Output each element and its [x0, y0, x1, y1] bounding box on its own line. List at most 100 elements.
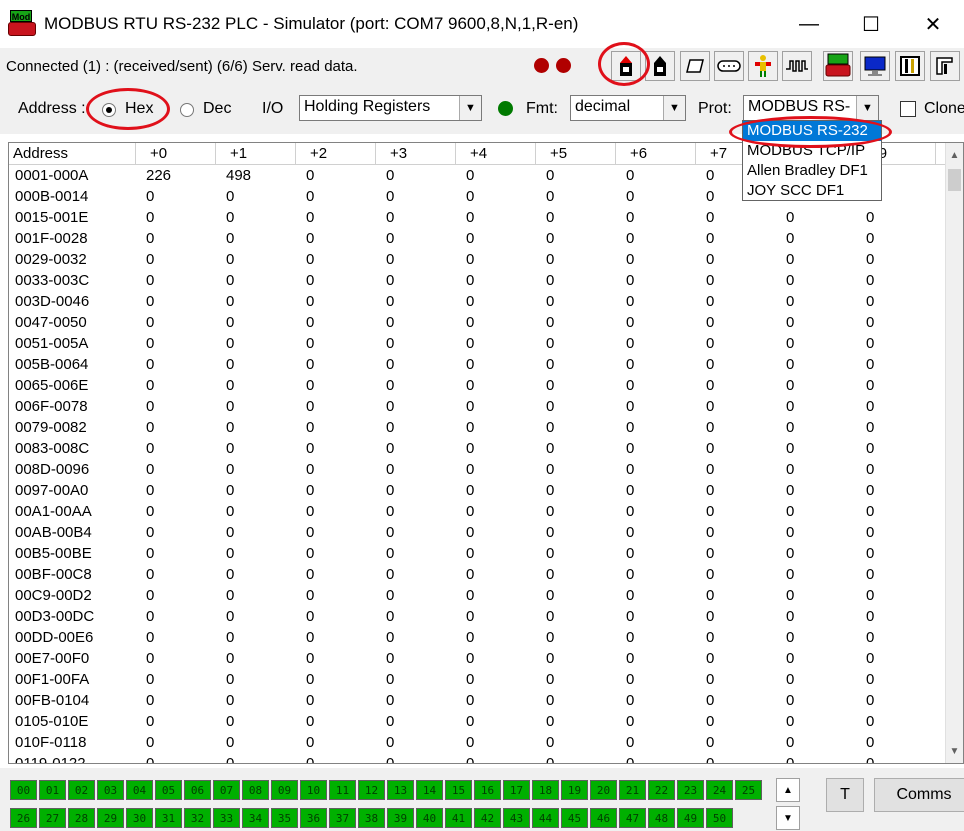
register-value-cell[interactable]: 0 [536, 501, 616, 522]
register-value-cell[interactable]: 0 [456, 522, 536, 543]
register-value-cell[interactable]: 0 [856, 732, 936, 753]
register-value-cell[interactable]: 0 [216, 564, 296, 585]
register-value-cell[interactable]: 0 [536, 480, 616, 501]
register-value-cell[interactable]: 0 [136, 606, 216, 627]
register-value-cell[interactable]: 0 [856, 291, 936, 312]
register-value-cell[interactable]: 0 [536, 564, 616, 585]
register-value-cell[interactable]: 0 [376, 354, 456, 375]
register-value-cell[interactable]: 0 [296, 669, 376, 690]
register-value-cell[interactable]: 0 [216, 228, 296, 249]
register-value-cell[interactable]: 0 [856, 522, 936, 543]
register-value-cell[interactable]: 0 [776, 270, 856, 291]
register-value-cell[interactable]: 0 [616, 291, 696, 312]
register-value-cell[interactable]: 0 [616, 585, 696, 606]
register-value-cell[interactable]: 0 [136, 753, 216, 763]
register-value-cell[interactable]: 0 [696, 753, 776, 763]
waveform-button[interactable] [782, 51, 812, 81]
register-value-cell[interactable]: 0 [776, 690, 856, 711]
register-value-cell[interactable]: 0 [696, 270, 776, 291]
register-value-cell[interactable]: 0 [696, 606, 776, 627]
register-value-cell[interactable]: 0 [456, 186, 536, 207]
display-button[interactable] [860, 51, 890, 81]
register-value-cell[interactable]: 0 [776, 438, 856, 459]
register-value-cell[interactable]: 0 [776, 753, 856, 763]
register-value-cell[interactable]: 0 [536, 228, 616, 249]
clear-button[interactable] [680, 51, 710, 81]
register-value-cell[interactable]: 0 [616, 228, 696, 249]
register-value-cell[interactable]: 0 [776, 459, 856, 480]
coil-cell[interactable]: 35 [271, 808, 298, 828]
register-value-cell[interactable]: 0 [536, 711, 616, 732]
register-value-cell[interactable]: 0 [136, 690, 216, 711]
serial-port-button[interactable] [714, 51, 744, 81]
register-value-cell[interactable]: 0 [456, 543, 536, 564]
register-value-cell[interactable]: 0 [136, 207, 216, 228]
register-value-cell[interactable]: 0 [616, 627, 696, 648]
register-value-cell[interactable]: 0 [216, 627, 296, 648]
register-value-cell[interactable]: 0 [776, 627, 856, 648]
register-value-cell[interactable]: 0 [696, 417, 776, 438]
register-value-cell[interactable]: 0 [136, 501, 216, 522]
register-value-cell[interactable]: 0 [216, 396, 296, 417]
register-value-cell[interactable]: 0 [376, 711, 456, 732]
register-value-cell[interactable]: 0 [376, 396, 456, 417]
register-value-cell[interactable]: 0 [296, 228, 376, 249]
register-value-cell[interactable]: 0 [856, 606, 936, 627]
register-value-cell[interactable]: 0 [696, 501, 776, 522]
register-value-cell[interactable]: 0 [776, 249, 856, 270]
register-value-cell[interactable]: 0 [856, 207, 936, 228]
coil-cell[interactable]: 09 [271, 780, 298, 800]
register-value-cell[interactable]: 0 [376, 627, 456, 648]
register-value-cell[interactable]: 0 [376, 249, 456, 270]
coil-cell[interactable]: 24 [706, 780, 733, 800]
register-value-cell[interactable]: 0 [216, 669, 296, 690]
register-value-cell[interactable]: 0 [856, 396, 936, 417]
register-value-cell[interactable]: 0 [856, 249, 936, 270]
coil-cell[interactable]: 20 [590, 780, 617, 800]
register-value-cell[interactable]: 0 [696, 732, 776, 753]
register-value-cell[interactable]: 0 [456, 690, 536, 711]
register-value-cell[interactable]: 0 [776, 480, 856, 501]
tools-button[interactable] [930, 51, 960, 81]
register-value-cell[interactable]: 0 [776, 711, 856, 732]
coil-cell[interactable]: 36 [300, 808, 327, 828]
register-value-cell[interactable]: 0 [296, 375, 376, 396]
maximize-button[interactable]: ☐ [840, 0, 902, 48]
register-value-cell[interactable]: 0 [216, 291, 296, 312]
register-value-cell[interactable]: 0 [376, 291, 456, 312]
coil-cell[interactable]: 15 [445, 780, 472, 800]
register-value-cell[interactable]: 0 [376, 312, 456, 333]
register-value-cell[interactable]: 0 [776, 207, 856, 228]
register-value-cell[interactable]: 0 [536, 606, 616, 627]
register-value-cell[interactable]: 0 [856, 459, 936, 480]
register-value-cell[interactable]: 0 [136, 291, 216, 312]
header-col[interactable]: +5 [536, 143, 616, 165]
register-value-cell[interactable]: 0 [856, 375, 936, 396]
register-value-cell[interactable]: 226 [136, 165, 216, 186]
register-value-cell[interactable]: 0 [616, 543, 696, 564]
register-value-cell[interactable]: 0 [776, 228, 856, 249]
register-value-cell[interactable]: 0 [376, 480, 456, 501]
register-value-cell[interactable]: 0 [376, 669, 456, 690]
register-value-cell[interactable]: 0 [216, 690, 296, 711]
register-value-cell[interactable]: 0 [616, 375, 696, 396]
register-value-cell[interactable]: 0 [776, 354, 856, 375]
register-value-cell[interactable]: 0 [296, 333, 376, 354]
coil-cell[interactable]: 21 [619, 780, 646, 800]
coil-cell[interactable]: 45 [561, 808, 588, 828]
register-value-cell[interactable]: 0 [456, 669, 536, 690]
register-value-cell[interactable]: 0 [456, 711, 536, 732]
coil-cell[interactable]: 37 [329, 808, 356, 828]
register-value-cell[interactable]: 0 [456, 417, 536, 438]
coil-cell[interactable]: 10 [300, 780, 327, 800]
register-value-cell[interactable]: 0 [616, 312, 696, 333]
coil-cell[interactable]: 14 [416, 780, 443, 800]
register-value-cell[interactable]: 0 [136, 417, 216, 438]
spin-up-button[interactable]: ▲ [776, 778, 800, 802]
register-value-cell[interactable]: 0 [216, 354, 296, 375]
coil-cell[interactable]: 00 [10, 780, 37, 800]
register-value-cell[interactable]: 0 [296, 417, 376, 438]
register-value-cell[interactable]: 0 [376, 207, 456, 228]
coil-cell[interactable]: 49 [677, 808, 704, 828]
register-value-cell[interactable]: 0 [376, 333, 456, 354]
